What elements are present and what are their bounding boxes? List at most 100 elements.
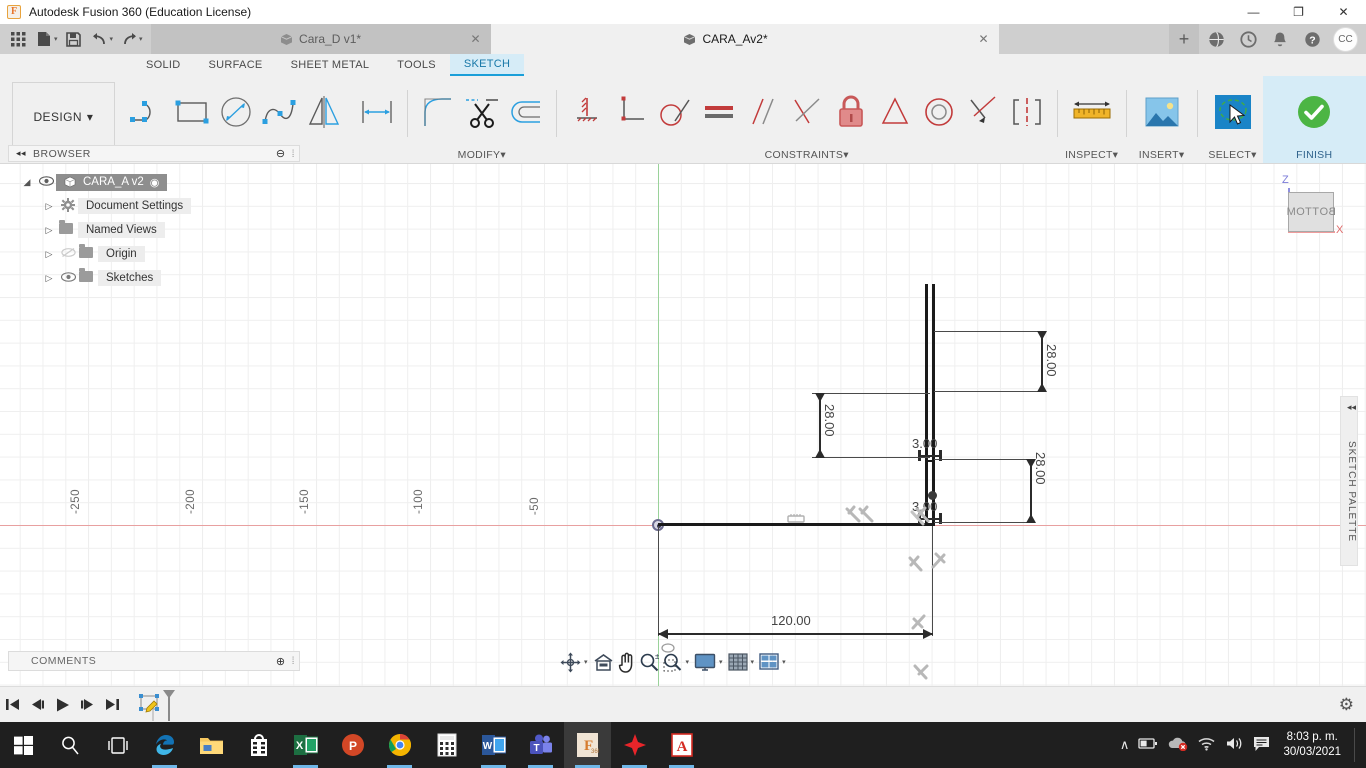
bell-icon[interactable]: [1265, 24, 1295, 54]
excel-icon[interactable]: X: [282, 722, 329, 768]
workspace-selector[interactable]: DESIGN ▾: [12, 82, 115, 151]
comments-panel-header[interactable]: COMMENTS ⊕ ⁞: [8, 651, 300, 671]
mirror-icon[interactable]: [303, 87, 345, 137]
finish-check-icon[interactable]: [1288, 86, 1340, 138]
sketch-line-connector[interactable]: [925, 460, 935, 462]
panel-modify-label[interactable]: MODIFY▾: [413, 147, 551, 163]
battery-icon[interactable]: [1138, 737, 1158, 753]
tab-surface[interactable]: SURFACE: [195, 54, 277, 76]
display-caret[interactable]: ▾: [719, 658, 723, 666]
undo-icon[interactable]: [88, 27, 112, 51]
viewports-caret[interactable]: ▾: [782, 658, 786, 666]
display-settings-icon[interactable]: [694, 653, 716, 672]
show-desktop-button[interactable]: [1354, 728, 1360, 762]
perpendicular-icon[interactable]: [610, 87, 652, 137]
browser-item-document-settings[interactable]: ▷ Document Settings: [8, 194, 300, 218]
constraint-coincident-icon[interactable]: [909, 509, 929, 534]
edge-icon[interactable]: [141, 722, 188, 768]
browser-item-sketches[interactable]: ▷ Sketches: [8, 266, 300, 290]
tab-sketch[interactable]: SKETCH: [449, 54, 525, 76]
timeline-next-button[interactable]: [75, 693, 100, 717]
inventor-icon[interactable]: [611, 722, 658, 768]
twisty-icon[interactable]: ▷: [40, 201, 58, 212]
browser-minimize-icon[interactable]: ⊖: [276, 147, 292, 160]
active-tab-close-icon[interactable]: ✕: [978, 24, 999, 54]
word-icon[interactable]: W: [470, 722, 517, 768]
user-avatar[interactable]: CC: [1333, 26, 1358, 52]
browser-item-root[interactable]: ◢ CARA_A v2 ◉: [8, 170, 300, 194]
tab-tools[interactable]: TOOLS: [383, 54, 450, 76]
taskbar-clock[interactable]: 8:03 p. m. 30/03/2021: [1279, 730, 1345, 760]
viewports-icon[interactable]: [759, 653, 779, 671]
globe-icon[interactable]: [1201, 24, 1231, 54]
teams-icon[interactable]: T: [517, 722, 564, 768]
dimension-text[interactable]: 28.00: [1033, 452, 1048, 485]
undo-caret[interactable]: ▾: [110, 35, 114, 43]
close-button[interactable]: ✕: [1321, 0, 1366, 24]
chrome-icon[interactable]: [376, 722, 423, 768]
constraint-perpendicular-icon[interactable]: [910, 661, 934, 686]
minimize-button[interactable]: —: [1231, 0, 1276, 24]
parallel-icon[interactable]: [742, 87, 784, 137]
constraint-perpendicular-icon[interactable]: [926, 551, 950, 578]
constraint-perpendicular-icon[interactable]: [843, 504, 879, 533]
zoom-icon[interactable]: ±: [639, 652, 659, 672]
timeline-first-button[interactable]: [0, 693, 25, 717]
view-cube[interactable]: Z X BOTTOM: [1274, 174, 1344, 244]
visibility-eye-icon[interactable]: [58, 271, 78, 285]
panel-constraints-label[interactable]: CONSTRAINTS▾: [562, 147, 1052, 163]
redo-caret[interactable]: ▾: [139, 35, 143, 43]
panel-insert-label[interactable]: INSERT▾: [1132, 147, 1192, 163]
sketch-palette-collapse-icon[interactable]: ◂◂: [1347, 402, 1356, 413]
viewcube-face-label[interactable]: BOTTOM: [1286, 192, 1336, 232]
fillet-icon[interactable]: [417, 87, 459, 137]
onedrive-icon[interactable]: [1167, 736, 1188, 754]
curvature-icon[interactable]: [962, 87, 1004, 137]
select-cursor-icon[interactable]: [1207, 86, 1259, 138]
orbit-icon[interactable]: [560, 652, 581, 673]
browser-item-named-views[interactable]: ▷ Named Views: [8, 218, 300, 242]
dimension-text[interactable]: 3.00: [912, 436, 937, 451]
concentric-icon[interactable]: [918, 87, 960, 137]
orbit-caret[interactable]: ▾: [584, 658, 588, 666]
measure-icon[interactable]: [1067, 87, 1117, 137]
zoom-window-icon[interactable]: [662, 652, 683, 673]
app-grid-icon[interactable]: [6, 27, 30, 51]
new-document-caret[interactable]: ▾: [54, 35, 58, 43]
clock-icon[interactable]: [1233, 24, 1263, 54]
sketch-dimension-icon[interactable]: [356, 87, 398, 137]
tangent-icon[interactable]: [654, 87, 696, 137]
start-button[interactable]: [0, 722, 47, 768]
sketch-line-vertical-left[interactable]: [925, 284, 928, 526]
line-icon[interactable]: [127, 87, 169, 137]
twisty-icon[interactable]: ▷: [40, 225, 58, 236]
new-document-icon[interactable]: [32, 27, 56, 51]
fix-icon[interactable]: [830, 87, 872, 137]
tab-sheet-metal[interactable]: SHEET METAL: [277, 54, 384, 76]
calculator-icon[interactable]: [423, 722, 470, 768]
tab-close-icon[interactable]: ✕: [470, 32, 480, 46]
timeline-previous-button[interactable]: [25, 693, 50, 717]
timeline-last-button[interactable]: [100, 693, 125, 717]
grid-caret[interactable]: ▾: [751, 658, 755, 666]
browser-collapse-icon[interactable]: ◂◂: [9, 148, 33, 159]
task-view-icon[interactable]: [94, 722, 141, 768]
grid-snap-icon[interactable]: [727, 652, 748, 672]
sketch-palette-tab[interactable]: SKETCH PALETTE: [1340, 396, 1358, 566]
constraint-perpendicular-icon[interactable]: [905, 554, 927, 581]
visibility-eye-icon[interactable]: [36, 175, 56, 189]
midpoint-icon[interactable]: [874, 87, 916, 137]
collinear-icon[interactable]: [786, 87, 828, 137]
redo-icon[interactable]: [117, 27, 141, 51]
wifi-icon[interactable]: [1197, 736, 1216, 754]
tab-solid[interactable]: SOLID: [132, 54, 195, 76]
horizontal-vertical-icon[interactable]: [566, 87, 608, 137]
browser-root-label-group[interactable]: CARA_A v2 ◉: [56, 173, 168, 191]
powerpoint-icon[interactable]: P: [329, 722, 376, 768]
twisty-icon[interactable]: ▷: [40, 273, 58, 284]
notifications-icon[interactable]: [1253, 736, 1270, 755]
twisty-icon[interactable]: ▷: [40, 249, 58, 260]
equal-icon[interactable]: [698, 87, 740, 137]
document-tab-cara-a[interactable]: CARA_Av2*: [490, 24, 961, 54]
fusion360-icon[interactable]: F360: [564, 722, 611, 768]
